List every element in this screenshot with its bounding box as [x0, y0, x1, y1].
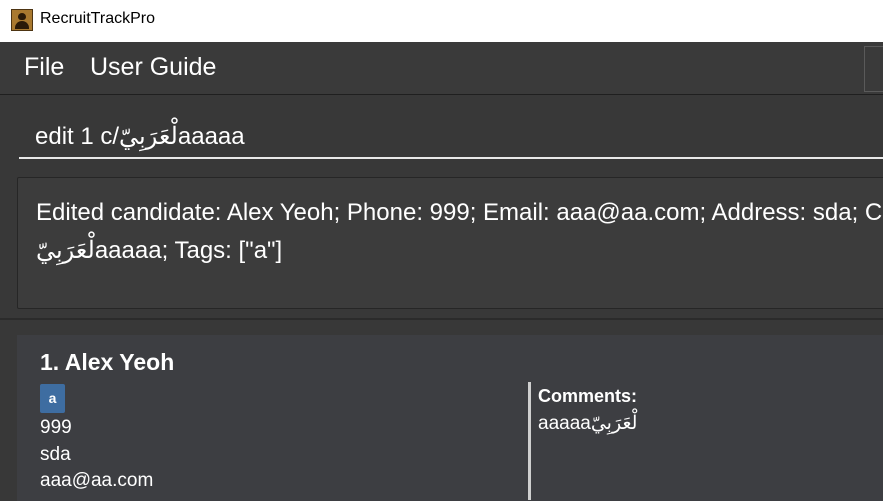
- menu-user-guide[interactable]: User Guide: [90, 53, 216, 82]
- comments-label: Comments:: [538, 386, 638, 406]
- command-box: edit 1 c/لْعَرَبِيّaaaaa: [0, 96, 883, 168]
- candidate-phone: 999: [40, 417, 72, 438]
- menu-bar: File User Guide: [0, 42, 883, 95]
- divider: [0, 318, 883, 320]
- candidate-name: 1. Alex Yeoh: [40, 349, 175, 375]
- candidate-email: aaa@aa.com: [40, 470, 154, 491]
- command-input[interactable]: edit 1 c/لْعَرَبِيّaaaaa: [19, 104, 883, 159]
- candidate-card[interactable]: 1. Alex Yeoh a 999 sda aaa@aa.com Commen…: [17, 335, 883, 501]
- result-message: Edited candidate: Alex Yeoh; Phone: 999;…: [36, 194, 883, 270]
- result-display: Edited candidate: Alex Yeoh; Phone: 999;…: [17, 177, 883, 309]
- menu-bar-right-panel: [864, 46, 883, 92]
- window-title: RecruitTrackPro: [40, 10, 155, 27]
- command-input-text: edit 1 c/لْعَرَبِيّaaaaa: [35, 123, 245, 150]
- person-icon: [11, 9, 33, 31]
- comments-divider: [528, 382, 531, 500]
- candidate-address: sda: [40, 444, 71, 465]
- tag-badge: a: [40, 384, 65, 413]
- result-line-2: لْعَرَبِيّaaaaa; Tags: ["a"]: [36, 237, 283, 264]
- result-line-1: Edited candidate: Alex Yeoh; Phone: 999;…: [36, 199, 883, 226]
- title-bar: RecruitTrackPro: [0, 0, 883, 42]
- comments-text: aaaaaلْعَرَبِيّ: [538, 413, 638, 434]
- menu-file[interactable]: File: [24, 53, 64, 82]
